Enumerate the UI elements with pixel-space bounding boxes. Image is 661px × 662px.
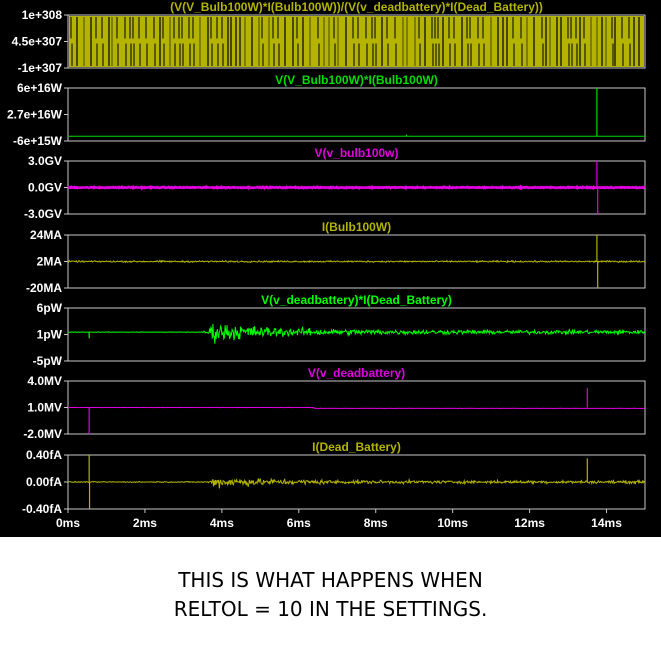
waveform-plot: (V(V_Bulb100W)*I(Bulb100W))/(V(v_deadbat… <box>7 0 646 530</box>
x-tick-label: 8ms <box>364 516 388 530</box>
y-tick-label: 1pW <box>37 328 63 342</box>
x-tick-label: 4ms <box>210 516 234 530</box>
plot-area: (V(V_Bulb100W)*I(Bulb100W))/(V(v_deadbat… <box>0 0 661 537</box>
y-tick-label: -0.40fA <box>22 502 62 516</box>
panel-title: V(v_deadbattery)*I(Dead_Battery) <box>261 293 452 307</box>
y-tick-label: 2.7e+16W <box>7 108 63 122</box>
y-tick-label: 0.40fA <box>26 448 62 462</box>
y-tick-label: -20MA <box>26 281 62 295</box>
y-tick-label: 3.0GV <box>28 154 62 168</box>
panel-frame <box>67 87 646 142</box>
series-line <box>67 323 645 344</box>
y-tick-label: 0.00fA <box>26 475 62 489</box>
panel-title: V(v_bulb100w) <box>314 146 398 160</box>
x-tick-label: 6ms <box>287 516 311 530</box>
panel-title: I(Dead_Battery) <box>312 440 401 454</box>
panel-title: V(V_Bulb100W)*I(Bulb100W) <box>275 73 438 87</box>
series-line <box>67 184 646 191</box>
y-tick-label: 1e+308 <box>22 8 63 22</box>
series-line <box>67 477 646 489</box>
panel-frame <box>67 307 646 362</box>
x-tick-label: 2ms <box>133 516 157 530</box>
y-tick-label: 2MA <box>37 255 63 269</box>
y-tick-label: -2.0MV <box>23 427 62 441</box>
y-tick-label: 24MA <box>30 228 62 242</box>
y-tick-label: -1e+307 <box>18 61 63 75</box>
caption-line-2: RELTOL = 10 IN THE SETTINGS. <box>173 597 488 621</box>
caption-line-1: THIS IS WHAT HAPPENS WHEN <box>178 568 483 592</box>
panel-title: (V(V_Bulb100W)*I(Bulb100W))/(V(v_deadbat… <box>170 0 543 14</box>
y-tick-label: -3.0GV <box>24 207 62 221</box>
y-tick-label: -5pW <box>33 354 63 368</box>
y-tick-label: 1.0MV <box>27 401 62 415</box>
y-tick-label: 4.0MV <box>27 374 62 388</box>
panel-title: V(v_deadbattery) <box>308 366 405 380</box>
y-tick-label: 0.0GV <box>28 181 62 195</box>
x-tick-label: 12ms <box>514 516 545 530</box>
x-tick-label: 10ms <box>437 516 468 530</box>
x-tick-label: 14ms <box>591 516 622 530</box>
series-line <box>68 406 646 410</box>
panel-title: I(Bulb100W) <box>322 220 391 234</box>
y-tick-label: 4.5e+307 <box>12 35 63 49</box>
y-tick-label: 6e+16W <box>17 81 63 95</box>
y-tick-label: 6pW <box>37 301 63 315</box>
y-tick-label: -6e+15W <box>13 134 63 148</box>
x-tick-label: 0ms <box>56 516 80 530</box>
series-line <box>67 259 646 264</box>
